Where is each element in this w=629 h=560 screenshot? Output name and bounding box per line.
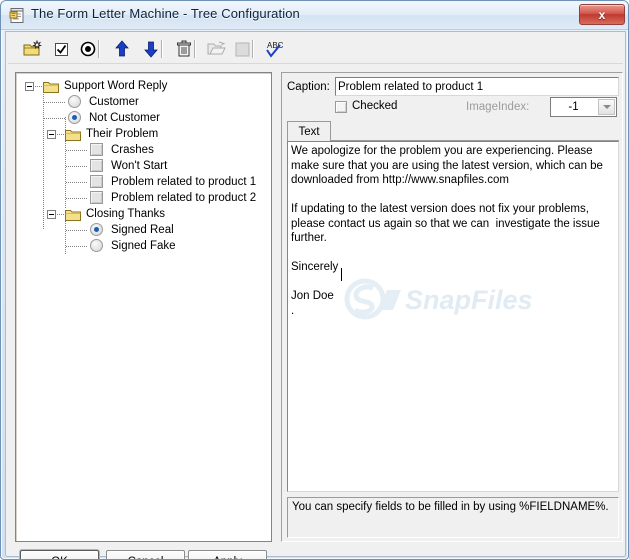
tree-line [66,198,88,199]
hint-text: You can specify fields to be filled in b… [292,501,609,513]
tree-line [66,246,88,247]
checked-checkbox[interactable] [335,101,347,113]
caption-label: Caption: [287,81,330,93]
radio-icon-checked[interactable] [90,223,103,236]
new-radio-button[interactable] [76,38,100,60]
tree-node-label: Problem related to product 2 [111,192,257,204]
tree-node-their-problem[interactable]: Their Problem [83,126,158,142]
tree-node-not-customer[interactable]: Not Customer [86,110,160,126]
radio-icon-checked[interactable] [68,111,81,124]
imageindex-label: ImageIndex: [466,101,530,113]
toolbar-separator [252,40,254,58]
imageindex-value: -1 [568,101,579,113]
svg-text:ABC: ABC [267,41,284,50]
tree-node-label: Signed Real [111,224,174,236]
stop-button[interactable] [230,38,254,60]
tree-expander-3[interactable] [47,130,56,139]
tree-node-label: Customer [89,96,139,108]
open-button[interactable] [204,38,228,60]
apply-button-label: Apply [213,556,242,559]
form-letter-icon [9,7,26,24]
tree-line [66,150,88,151]
spellcheck-button[interactable]: ABC [262,38,286,60]
tree-line [57,214,64,215]
checkbox-icon-unchecked[interactable] [90,159,103,172]
caption-input[interactable] [335,77,619,96]
tree-node-crashes[interactable]: Crashes [108,142,154,158]
ok-button[interactable]: OK [20,550,99,559]
tree-node-label: Problem related to product 1 [111,176,257,188]
tree-line [57,134,64,135]
tab-strip: Text [287,121,619,142]
tree-node-signed-real[interactable]: Signed Real [108,222,174,238]
imageindex-spinner[interactable]: -1 [550,97,617,117]
text-editor[interactable]: We apologize for the problem you are exp… [287,141,619,492]
toolbar-separator [98,40,100,58]
tree-line [65,219,66,255]
details-panel: Caption: Checked ImageIndex: -1 Text We … [281,72,623,542]
tree-node-customer[interactable]: Customer [86,94,139,110]
radio-icon-unchecked[interactable] [68,95,81,108]
close-icon: x [598,7,606,22]
cancel-button[interactable]: Cancel [106,550,185,559]
tree-node-support-word-reply[interactable]: Support Word Reply [61,78,167,94]
folder-icon [65,208,81,221]
tree-node-signed-fake[interactable]: Signed Fake [108,238,176,254]
tree-node-problem-product-1[interactable]: Problem related to product 1 [108,174,256,190]
tree-line [66,166,88,167]
tree-line [44,102,66,103]
tree-line [44,118,66,119]
tree-expander-0[interactable] [25,82,34,91]
tree-node-label: Support Word Reply [64,80,168,92]
tree-node-label: Closing Thanks [86,208,166,220]
new-checkbox-button[interactable] [49,38,73,60]
tree-node-closing-thanks[interactable]: Closing Thanks [83,206,165,222]
checked-label: Checked [352,100,398,112]
tree-line [66,230,88,231]
tree-line [66,182,88,183]
move-down-button[interactable] [139,38,163,60]
tree-node-problem-product-2[interactable]: Problem related to product 2 [108,190,256,206]
window-title: The Form Letter Machine - Tree Configura… [31,6,300,21]
checkbox-icon-unchecked[interactable] [90,143,103,156]
apply-button[interactable]: Apply [188,550,267,559]
tab-text[interactable]: Text [287,121,331,142]
toolbar-separator [194,40,196,58]
tree-node-wont-start[interactable]: Won't Start [108,158,167,174]
panel-splitter[interactable] [274,72,279,542]
text-caret [341,268,342,281]
checkbox-icon-unchecked[interactable] [90,191,103,204]
radio-icon-unchecked[interactable] [90,239,103,252]
tree-node-label: Won't Start [111,160,168,172]
client-area: ABC Support Word Reply Customer Not Cust… [5,31,626,559]
folder-icon [65,128,81,141]
title-bar[interactable]: The Form Letter Machine - Tree Configura… [1,1,628,30]
chevron-down-icon[interactable] [598,99,615,115]
tree-line [43,92,44,230]
hint-area: You can specify fields to be filled in b… [287,497,619,538]
tree-line [35,86,42,87]
toolbar: ABC [8,34,623,64]
folder-icon [43,80,59,93]
tree-node-label: Their Problem [86,128,159,140]
app-window: The Form Letter Machine - Tree Configura… [0,0,629,560]
ok-button-label: OK [51,556,68,559]
tree-node-label: Not Customer [89,112,160,124]
tree-node-label: Signed Fake [111,240,176,252]
tree-expander-8[interactable] [47,210,56,219]
toolbar-separator [161,40,163,58]
delete-button[interactable] [172,38,196,60]
cancel-button-label: Cancel [128,556,164,559]
text-editor-content: We apologize for the problem you are exp… [291,145,603,317]
tree-node-label: Crashes [111,144,154,156]
checkbox-icon-unchecked[interactable] [90,175,103,188]
close-button[interactable]: x [579,4,625,25]
tree-view[interactable]: Support Word Reply Customer Not Customer [15,72,272,542]
tab-text-label: Text [298,125,320,138]
new-folder-button[interactable] [20,38,44,60]
move-up-button[interactable] [110,38,134,60]
